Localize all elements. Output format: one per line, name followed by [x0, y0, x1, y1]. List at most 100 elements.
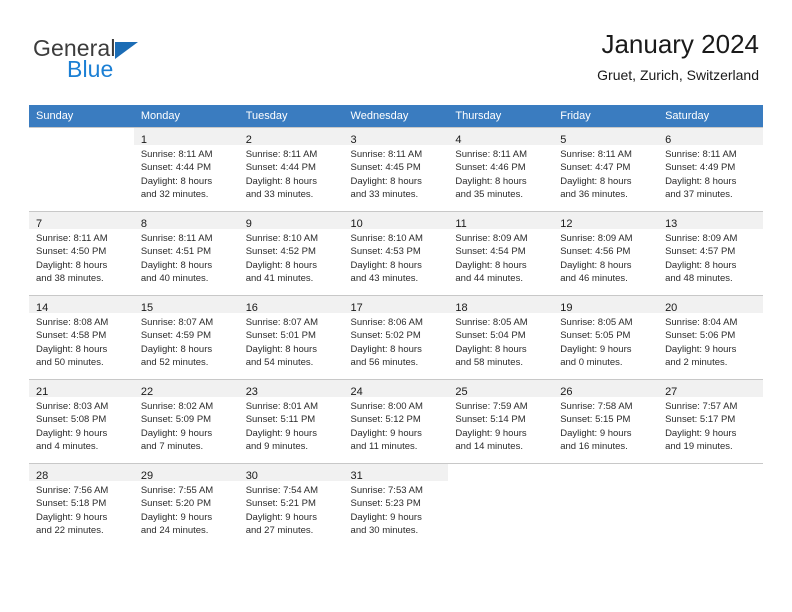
day-detail-lines	[29, 145, 134, 148]
day-number-bar: 27	[658, 380, 763, 398]
day-detail-line: Sunset: 4:59 PM	[140, 330, 212, 342]
day-number: 12	[560, 218, 573, 230]
calendar-day-cell[interactable]: 11 Sunrise: 8:09 AM Sunset: 4:54 PM Dayligh…	[448, 211, 554, 295]
calendar-day-cell[interactable]: 19 Sunrise: 8:05 AM Sunset: 5:05 PM Dayligh…	[553, 295, 659, 379]
day-number: 24	[350, 386, 363, 398]
day-detail-line: Sunrise: 8:00 AM	[350, 401, 423, 412]
day-detail-line: and 33 minutes.	[350, 188, 419, 200]
day-detail-line: and 11 minutes.	[350, 440, 418, 452]
day-detail-line: and 22 minutes.	[36, 524, 104, 536]
day-number-bar: 14	[29, 296, 134, 314]
day-detail-line: Daylight: 9 hours	[350, 427, 422, 439]
day-detail-line: Sunrise: 8:02 AM	[140, 401, 214, 412]
day-detail-line: Sunset: 4:47 PM	[560, 162, 631, 174]
day-number: 19	[560, 302, 573, 314]
calendar-week-row: 28 Sunrise: 7:56 AM Sunset: 5:18 PM Dayligh…	[29, 463, 763, 547]
calendar-day-cell[interactable]: 27 Sunrise: 7:57 AM Sunset: 5:17 PM Dayligh…	[658, 379, 763, 463]
calendar-day-cell[interactable]: 6 Sunrise: 8:11 AM Sunset: 4:49 PM Daylight…	[658, 127, 763, 211]
day-detail-lines: Sunrise: 8:08 AM Sunset: 4:58 PM Daylight:…	[29, 313, 134, 369]
calendar-week-row: 14 Sunrise: 8:08 AM Sunset: 4:58 PM Dayligh…	[29, 295, 763, 379]
day-detail-line: Sunrise: 8:06 AM	[350, 317, 423, 328]
day-detail-line: Sunrise: 7:57 AM	[665, 401, 738, 412]
calendar-day-cell[interactable]: 1 Sunrise: 8:11 AM Sunset: 4:44 PM Daylight…	[133, 127, 239, 211]
calendar-day-cell[interactable]: 7 Sunrise: 8:11 AM Sunset: 4:50 PM Daylight…	[29, 211, 134, 295]
calendar-day-cell[interactable]: 31 Sunrise: 7:53 AM Sunset: 5:23 PM Dayligh…	[343, 463, 449, 547]
calendar-day-cell[interactable]: 29 Sunrise: 7:55 AM Sunset: 5:20 PM Dayligh…	[133, 463, 239, 547]
day-detail-line: Sunset: 4:49 PM	[665, 162, 736, 174]
day-detail-line: and 44 minutes.	[455, 272, 523, 284]
day-detail-line: Sunrise: 8:04 AM	[665, 317, 738, 328]
day-detail-line: Daylight: 8 hours	[560, 175, 632, 187]
calendar-day-cell[interactable]: 10 Sunrise: 8:10 AM Sunset: 4:53 PM Dayligh…	[343, 211, 449, 295]
calendar-day-cell[interactable]: 4 Sunrise: 8:11 AM Sunset: 4:46 PM Daylight…	[448, 127, 554, 211]
calendar-day-cell[interactable]: 15 Sunrise: 8:07 AM Sunset: 4:59 PM Dayligh…	[133, 295, 239, 379]
day-detail-line: Sunset: 5:02 PM	[350, 330, 421, 342]
day-detail-line: and 54 minutes.	[245, 356, 314, 368]
day-detail-line: Daylight: 8 hours	[350, 343, 422, 355]
calendar-day-cell[interactable]: 21 Sunrise: 8:03 AM Sunset: 5:08 PM Dayligh…	[29, 379, 134, 463]
weekday-header-tuesday: Tuesday	[238, 105, 344, 127]
day-number: 9	[245, 218, 252, 230]
day-detail-lines: Sunrise: 8:03 AM Sunset: 5:08 PM Daylight:…	[29, 397, 134, 453]
day-number-bar: 28	[29, 464, 134, 482]
day-detail-line: and 41 minutes.	[245, 272, 314, 284]
day-detail-line: and 33 minutes.	[245, 188, 314, 200]
calendar-day-cell[interactable]: 14 Sunrise: 8:08 AM Sunset: 4:58 PM Dayligh…	[29, 295, 134, 379]
weekday-header-wednesday: Wednesday	[343, 105, 449, 127]
day-detail-lines: Sunrise: 8:05 AM Sunset: 5:04 PM Daylight:…	[448, 313, 553, 369]
day-detail-line: Daylight: 9 hours	[455, 427, 527, 439]
calendar-day-cell[interactable]: 20 Sunrise: 8:04 AM Sunset: 5:06 PM Dayligh…	[658, 295, 763, 379]
day-number: 30	[245, 470, 258, 482]
day-detail-line: Sunrise: 8:11 AM	[350, 149, 423, 160]
calendar-day-cell[interactable]: 8 Sunrise: 8:11 AM Sunset: 4:51 PM Daylight…	[133, 211, 239, 295]
calendar-day-cell[interactable]: 30 Sunrise: 7:54 AM Sunset: 5:21 PM Dayligh…	[238, 463, 344, 547]
day-number-bar: 26	[553, 380, 659, 398]
calendar-day-cell[interactable]: 9 Sunrise: 8:10 AM Sunset: 4:52 PM Daylight…	[238, 211, 344, 295]
calendar-day-cell[interactable]: 28 Sunrise: 7:56 AM Sunset: 5:18 PM Dayligh…	[29, 463, 134, 547]
day-number: 18	[455, 302, 468, 314]
day-detail-lines: Sunrise: 8:09 AM Sunset: 4:54 PM Daylight:…	[448, 229, 553, 285]
day-detail-line: Daylight: 9 hours	[36, 427, 108, 439]
day-detail-line: Daylight: 8 hours	[665, 259, 737, 271]
day-detail-line: Sunrise: 8:11 AM	[665, 149, 737, 160]
day-number: 21	[36, 386, 49, 398]
day-number: 27	[665, 386, 678, 398]
day-number: 14	[36, 302, 49, 314]
calendar-day-cell[interactable]: 13 Sunrise: 8:09 AM Sunset: 4:57 PM Dayligh…	[658, 211, 763, 295]
day-detail-line: Daylight: 9 hours	[560, 427, 632, 439]
day-detail-line: Daylight: 9 hours	[665, 427, 737, 439]
day-cell-inner: 19 Sunrise: 8:05 AM Sunset: 5:05 PM Dayligh…	[553, 295, 659, 379]
calendar-day-cell[interactable]: 16 Sunrise: 8:07 AM Sunset: 5:01 PM Dayligh…	[238, 295, 344, 379]
day-detail-line: Sunset: 4:54 PM	[455, 246, 526, 258]
calendar-day-cell[interactable]: 26 Sunrise: 7:58 AM Sunset: 5:15 PM Dayligh…	[553, 379, 659, 463]
day-detail-lines: Sunrise: 7:59 AM Sunset: 5:14 PM Daylight:…	[448, 397, 553, 453]
day-number-bar: 8	[133, 212, 239, 230]
day-cell-inner: 18 Sunrise: 8:05 AM Sunset: 5:04 PM Dayligh…	[448, 295, 554, 379]
calendar-day-cell[interactable]: 2 Sunrise: 8:11 AM Sunset: 4:44 PM Daylight…	[238, 127, 344, 211]
page-header: General Blue January 2024 Gruet, Zurich,…	[33, 28, 759, 90]
calendar-day-cell[interactable]: 17 Sunrise: 8:06 AM Sunset: 5:02 PM Dayligh…	[343, 295, 449, 379]
calendar-day-cell[interactable]: 18 Sunrise: 8:05 AM Sunset: 5:04 PM Dayligh…	[448, 295, 554, 379]
weekday-header-thursday: Thursday	[448, 105, 554, 127]
day-detail-line: Daylight: 8 hours	[560, 259, 632, 271]
calendar-day-cell[interactable]: 5 Sunrise: 8:11 AM Sunset: 4:47 PM Daylight…	[553, 127, 659, 211]
calendar-day-cell[interactable]: 12 Sunrise: 8:09 AM Sunset: 4:56 PM Dayligh…	[553, 211, 659, 295]
day-detail-lines	[448, 481, 553, 484]
day-cell-inner: 13 Sunrise: 8:09 AM Sunset: 4:57 PM Dayligh…	[658, 211, 763, 295]
day-detail-lines: Sunrise: 8:09 AM Sunset: 4:57 PM Daylight:…	[658, 229, 763, 285]
generalblue-logo[interactable]: General Blue	[33, 36, 293, 88]
day-detail-line: Sunrise: 7:54 AM	[245, 485, 319, 496]
day-cell-inner: 8 Sunrise: 8:11 AM Sunset: 4:51 PM Daylight…	[133, 211, 239, 295]
calendar-day-cell[interactable]: 22 Sunrise: 8:02 AM Sunset: 5:09 PM Dayligh…	[133, 379, 239, 463]
day-detail-line: and 52 minutes.	[140, 356, 209, 368]
day-number: 26	[560, 386, 573, 398]
day-cell-inner: 3 Sunrise: 8:11 AM Sunset: 4:45 PM Daylight…	[343, 127, 449, 211]
calendar-day-cell[interactable]: 25 Sunrise: 7:59 AM Sunset: 5:14 PM Dayligh…	[448, 379, 554, 463]
calendar-day-cell[interactable]: 24 Sunrise: 8:00 AM Sunset: 5:12 PM Dayligh…	[343, 379, 449, 463]
calendar-day-cell[interactable]: 3 Sunrise: 8:11 AM Sunset: 4:45 PM Daylight…	[343, 127, 449, 211]
day-number-bar: 12	[553, 212, 659, 230]
day-detail-line: and 43 minutes.	[350, 272, 419, 284]
calendar-day-cell[interactable]: 23 Sunrise: 8:01 AM Sunset: 5:11 PM Dayligh…	[238, 379, 344, 463]
weekday-header-row: Sunday Monday Tuesday Wednesday Thursday Frid…	[29, 105, 763, 127]
day-detail-line: Sunset: 5:14 PM	[455, 414, 526, 426]
